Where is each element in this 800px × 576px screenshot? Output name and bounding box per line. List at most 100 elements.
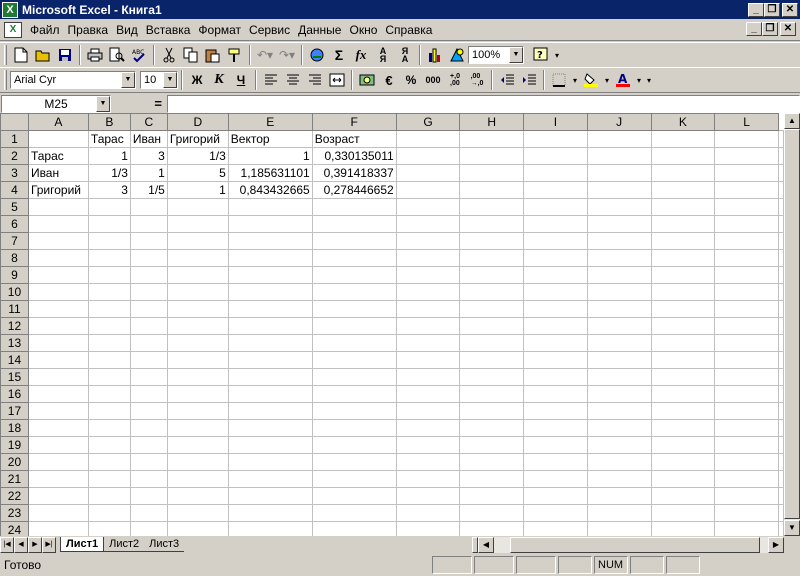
name-box[interactable]: M25 ▼ xyxy=(1,95,111,113)
cell[interactable] xyxy=(523,232,588,250)
cell[interactable] xyxy=(87,266,131,284)
cell[interactable] xyxy=(778,453,784,471)
cell[interactable] xyxy=(778,385,784,403)
cell[interactable] xyxy=(27,419,89,437)
cell[interactable] xyxy=(27,249,89,267)
cell[interactable]: 1/3 xyxy=(166,147,229,165)
scroll-left-icon[interactable]: ◀ xyxy=(478,536,494,553)
cell[interactable] xyxy=(650,436,716,454)
cell[interactable] xyxy=(166,198,229,216)
cell[interactable] xyxy=(778,164,784,182)
cell[interactable] xyxy=(778,198,784,216)
cell[interactable] xyxy=(227,470,313,488)
cell[interactable] xyxy=(586,317,652,335)
euro-icon[interactable]: € xyxy=(378,69,400,91)
cell[interactable] xyxy=(87,402,131,420)
cell[interactable]: 5 xyxy=(166,164,229,182)
row-header[interactable]: 1 xyxy=(0,130,29,148)
cell[interactable] xyxy=(129,487,168,505)
cell[interactable] xyxy=(459,402,525,420)
cell[interactable] xyxy=(311,300,397,318)
cell[interactable] xyxy=(650,249,716,267)
cell[interactable] xyxy=(650,487,716,505)
cell[interactable] xyxy=(778,334,784,352)
cell[interactable] xyxy=(523,215,588,233)
hyperlink-icon[interactable] xyxy=(306,44,328,66)
zoom-select[interactable]: 100% ▼ xyxy=(468,46,524,64)
cell[interactable] xyxy=(395,334,461,352)
cell[interactable] xyxy=(87,521,131,536)
cell[interactable] xyxy=(650,232,716,250)
cell[interactable] xyxy=(714,504,779,522)
cell[interactable] xyxy=(778,266,784,284)
cell[interactable] xyxy=(87,249,131,267)
cell[interactable] xyxy=(459,470,525,488)
doc-minimize-button[interactable]: _ xyxy=(746,22,762,36)
spelling-icon[interactable]: ABC xyxy=(128,44,150,66)
thousands-separator-icon[interactable]: 000 xyxy=(422,69,444,91)
cell[interactable] xyxy=(227,419,313,437)
cell[interactable] xyxy=(523,436,588,454)
toolbar-options-icon[interactable]: ▾ xyxy=(644,69,654,91)
excel-icon[interactable]: X xyxy=(2,1,18,18)
cell[interactable] xyxy=(714,402,779,420)
cell[interactable] xyxy=(523,453,588,471)
column-header[interactable]: F xyxy=(311,113,397,131)
cell[interactable] xyxy=(586,402,652,420)
cell[interactable] xyxy=(714,181,779,199)
cell[interactable] xyxy=(523,487,588,505)
cell[interactable] xyxy=(459,334,525,352)
menu-file[interactable]: Файл xyxy=(26,23,64,37)
cell[interactable] xyxy=(714,147,779,165)
cell[interactable] xyxy=(778,147,784,165)
cell[interactable] xyxy=(778,368,784,386)
cell[interactable] xyxy=(523,300,588,318)
cell[interactable] xyxy=(395,232,461,250)
cell[interactable] xyxy=(129,249,168,267)
cell[interactable] xyxy=(650,266,716,284)
align-center-icon[interactable] xyxy=(282,69,304,91)
chevron-down-icon[interactable]: ▼ xyxy=(509,47,523,63)
cell[interactable] xyxy=(27,266,89,284)
cell[interactable] xyxy=(129,198,168,216)
cell[interactable] xyxy=(714,317,779,335)
cell[interactable] xyxy=(650,368,716,386)
cell[interactable] xyxy=(227,334,313,352)
cell[interactable] xyxy=(129,385,168,403)
cell[interactable]: 0,391418337 xyxy=(311,164,397,182)
cell[interactable] xyxy=(227,300,313,318)
cell[interactable] xyxy=(586,147,652,165)
cell[interactable] xyxy=(395,266,461,284)
restore-button[interactable]: ❐ xyxy=(764,2,780,17)
cell[interactable] xyxy=(129,300,168,318)
menu-tools[interactable]: Сервис xyxy=(245,23,294,37)
vertical-scroll-thumb[interactable] xyxy=(784,129,800,519)
drawing-icon[interactable] xyxy=(446,44,468,66)
cell[interactable] xyxy=(778,470,784,488)
cell[interactable] xyxy=(395,487,461,505)
cell[interactable] xyxy=(586,130,652,148)
cell[interactable] xyxy=(586,351,652,369)
cell[interactable] xyxy=(227,453,313,471)
cell[interactable] xyxy=(523,351,588,369)
cell[interactable] xyxy=(166,249,229,267)
cell[interactable] xyxy=(459,266,525,284)
cell[interactable] xyxy=(714,334,779,352)
cell[interactable] xyxy=(227,317,313,335)
row-header[interactable]: 21 xyxy=(0,470,29,488)
cell[interactable] xyxy=(778,521,784,536)
cell[interactable] xyxy=(778,249,784,267)
cell[interactable] xyxy=(714,130,779,148)
menu-insert[interactable]: Вставка xyxy=(142,23,195,37)
cell[interactable] xyxy=(778,351,784,369)
cell[interactable] xyxy=(523,317,588,335)
cell[interactable] xyxy=(523,147,588,165)
cell[interactable] xyxy=(714,215,779,233)
row-header[interactable]: 11 xyxy=(0,300,29,318)
cell[interactable] xyxy=(459,487,525,505)
cell[interactable] xyxy=(778,504,784,522)
row-header[interactable]: 8 xyxy=(0,249,29,267)
cell[interactable] xyxy=(166,504,229,522)
cell[interactable] xyxy=(227,436,313,454)
cell[interactable] xyxy=(778,317,784,335)
